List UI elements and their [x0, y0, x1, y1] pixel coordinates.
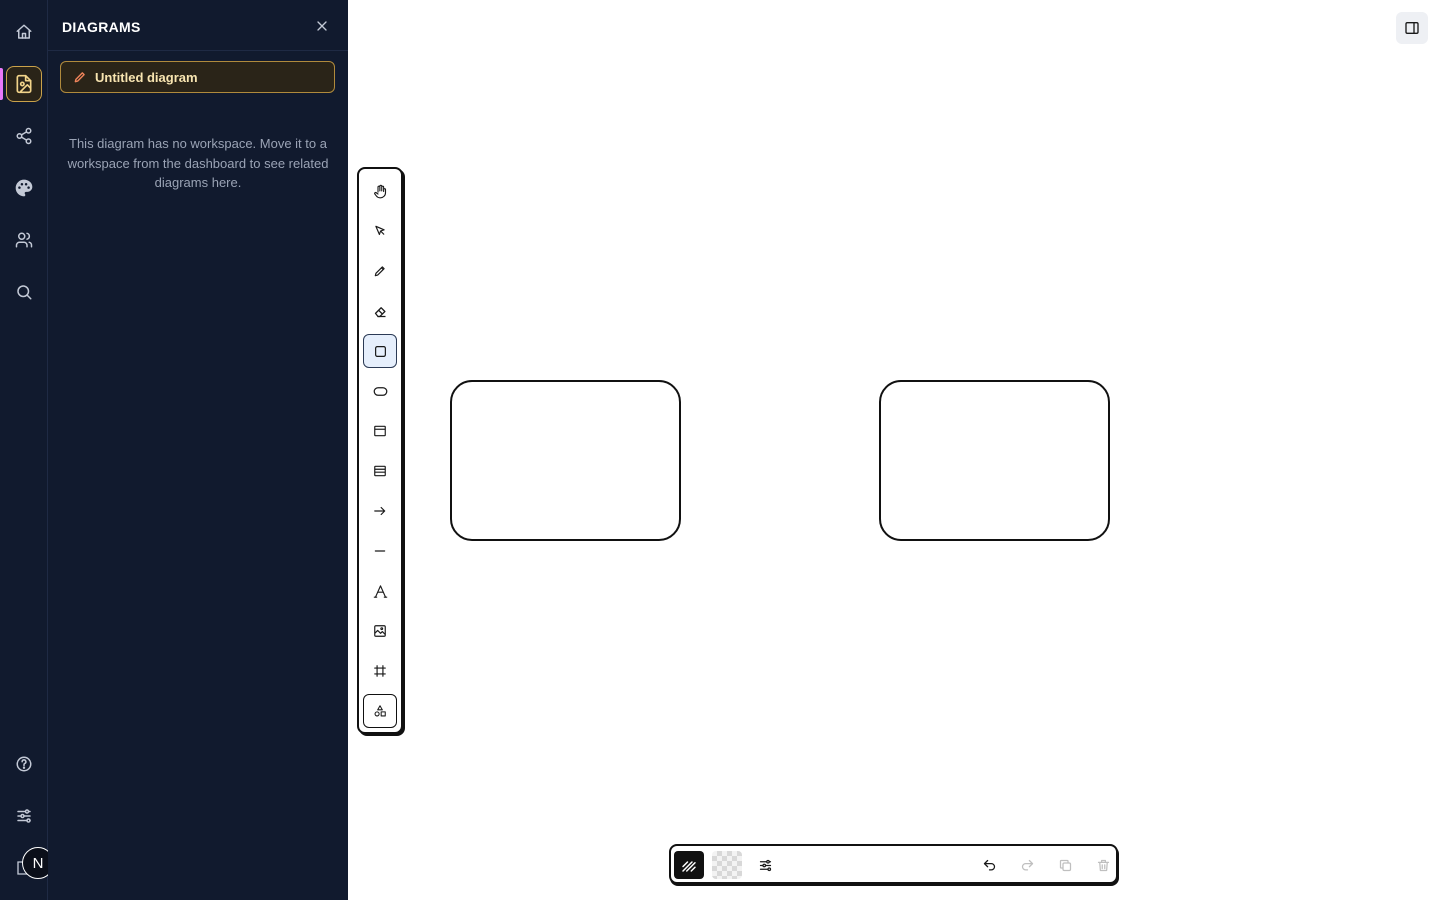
arrow-icon[interactable]: [363, 494, 397, 528]
bottom-toolbar: [669, 844, 1118, 884]
line-icon[interactable]: [363, 534, 397, 568]
home-icon[interactable]: [6, 14, 42, 50]
left-rail: N: [0, 0, 54, 900]
diagram-icon[interactable]: [6, 66, 42, 102]
undo-icon[interactable]: [974, 851, 1004, 879]
palette-icon[interactable]: [6, 170, 42, 206]
panel-header: DIAGRAMS: [48, 0, 348, 51]
settings-sliders-icon[interactable]: [6, 798, 42, 834]
hand-icon[interactable]: [363, 174, 397, 208]
help-icon[interactable]: [6, 746, 42, 782]
diagram-item-label: Untitled diagram: [95, 69, 198, 85]
grid-frame-icon[interactable]: [363, 654, 397, 688]
table-icon[interactable]: [363, 454, 397, 488]
frame-icon[interactable]: [363, 414, 397, 448]
share-icon[interactable]: [6, 118, 42, 154]
rectangle-tool-icon[interactable]: [363, 334, 397, 368]
ellipse-tool-icon[interactable]: [363, 374, 397, 408]
text-icon[interactable]: [363, 574, 397, 608]
style-settings-icon[interactable]: [750, 851, 780, 879]
close-icon[interactable]: [310, 14, 334, 38]
diagram-list-item[interactable]: Untitled diagram: [60, 61, 335, 93]
fill-transparent-swatch[interactable]: [712, 851, 742, 879]
image-icon[interactable]: [363, 614, 397, 648]
sidebar-toggle-icon[interactable]: [1396, 12, 1428, 44]
stroke-style-icon[interactable]: [674, 851, 704, 879]
rectangle-shape[interactable]: [879, 380, 1110, 541]
shapes-library-icon[interactable]: [363, 694, 397, 728]
redo-icon[interactable]: [1012, 851, 1042, 879]
users-icon[interactable]: [6, 222, 42, 258]
delete-icon[interactable]: [1088, 851, 1118, 879]
pencil-icon: [73, 70, 87, 84]
eraser-icon[interactable]: [363, 294, 397, 328]
select-pointer-icon[interactable]: [363, 214, 397, 248]
diagrams-panel: DIAGRAMS Untitled diagram This diagram h…: [48, 0, 348, 900]
pencil-icon[interactable]: [363, 254, 397, 288]
rectangle-shape[interactable]: [450, 380, 681, 541]
panel-title: DIAGRAMS: [62, 19, 141, 35]
search-icon[interactable]: [6, 274, 42, 310]
duplicate-icon[interactable]: [1050, 851, 1080, 879]
no-workspace-note: This diagram has no workspace. Move it t…: [67, 136, 329, 190]
active-indicator: [0, 68, 3, 100]
tool-palette: [357, 167, 403, 734]
